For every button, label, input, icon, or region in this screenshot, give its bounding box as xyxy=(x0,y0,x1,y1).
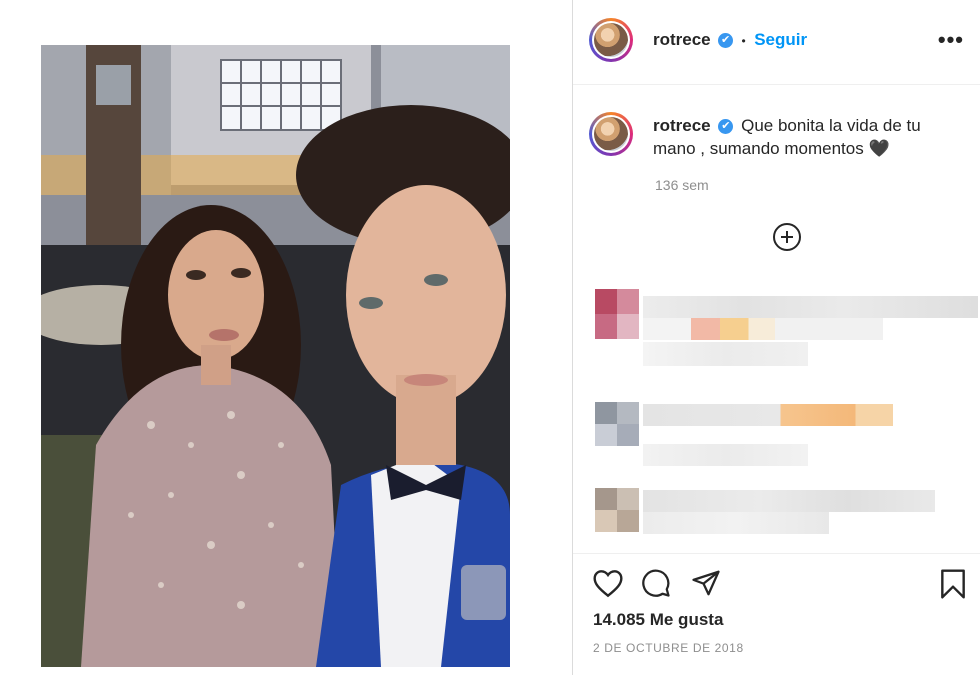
comment-text-blurred xyxy=(643,404,893,426)
verified-badge-icon: ✔ xyxy=(718,119,734,135)
plus-circle-icon[interactable] xyxy=(773,223,801,251)
post-photo[interactable] xyxy=(41,45,510,667)
comment-emoji-blurred xyxy=(643,318,883,340)
heart-icon[interactable] xyxy=(592,568,624,598)
comment-avatar-blurred xyxy=(595,402,639,446)
header-separator: • xyxy=(741,34,746,48)
avatar-image xyxy=(594,117,628,151)
caption-avatar[interactable] xyxy=(589,112,633,156)
comment-avatar-blurred xyxy=(595,488,639,532)
comment-meta-blurred xyxy=(643,444,808,466)
post-time-ago[interactable]: 136 sem xyxy=(655,177,709,193)
avatar-image xyxy=(594,23,628,57)
more-options-icon[interactable]: ••• xyxy=(938,27,964,53)
comment-bubble-icon[interactable] xyxy=(640,568,672,598)
caption-username[interactable]: rotrece xyxy=(653,116,711,135)
post-side-panel: rotrece ✔ • Seguir ••• rotrece ✔ Que bon… xyxy=(573,0,980,675)
author-username[interactable]: rotrece xyxy=(653,30,711,49)
paper-plane-icon[interactable] xyxy=(690,568,722,598)
post-photo-illustration xyxy=(41,45,510,667)
comment-text-blurred xyxy=(643,490,935,512)
post-caption: rotrece ✔ Que bonita la vida de tu mano … xyxy=(653,114,963,160)
author-line: rotrece ✔ • Seguir xyxy=(653,30,807,50)
author-avatar[interactable] xyxy=(589,18,633,62)
post-actions: 14.085 Me gusta 2 DE OCTUBRE DE 2018 xyxy=(573,553,980,676)
comment-avatar-blurred xyxy=(595,289,639,339)
post-header: rotrece ✔ • Seguir ••• xyxy=(573,0,980,85)
comment-text-blurred xyxy=(643,296,978,318)
comment-meta-blurred xyxy=(643,342,808,366)
post-media-area xyxy=(0,0,572,675)
follow-button[interactable]: Seguir xyxy=(754,30,807,49)
comment-meta-blurred xyxy=(643,512,829,534)
post-date[interactable]: 2 DE OCTUBRE DE 2018 xyxy=(593,641,744,655)
bookmark-icon[interactable] xyxy=(939,568,967,600)
verified-badge-icon: ✔ xyxy=(718,33,734,49)
likes-count[interactable]: 14.085 Me gusta xyxy=(593,610,723,630)
